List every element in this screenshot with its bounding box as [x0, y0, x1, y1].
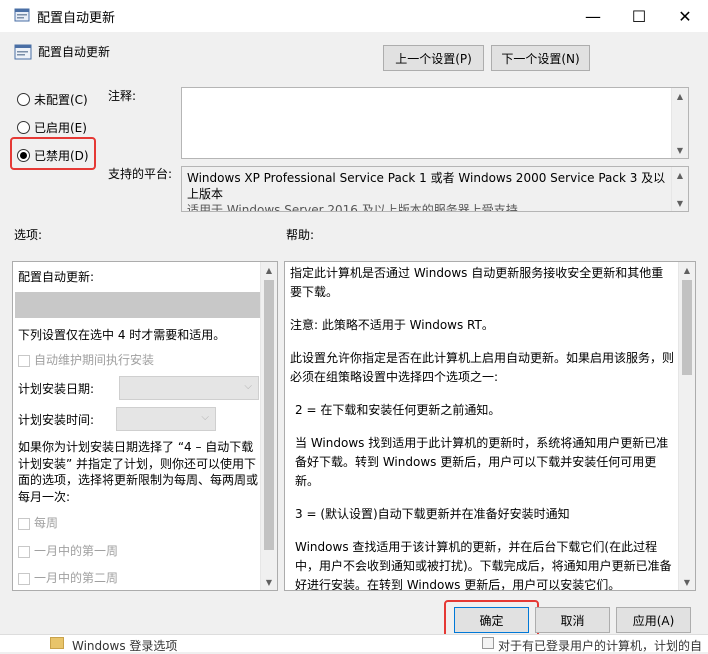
- radio-label: 未配置(C): [34, 93, 88, 107]
- setting-icon: [14, 44, 32, 60]
- help-paragraph: 注意: 此策略不适用于 Windows RT。: [290, 318, 494, 332]
- help-section-label: 帮助:: [286, 228, 315, 242]
- chevron-down-icon: ⌵: [244, 381, 252, 392]
- checkbox[interactable]: [18, 572, 30, 585]
- checkbox[interactable]: [18, 517, 30, 530]
- scroll-down-icon[interactable]: ▼: [672, 195, 688, 211]
- comment-textarea[interactable]: ▲ ▼: [181, 87, 689, 159]
- help-scrollbar[interactable]: ▲ ▼: [678, 262, 695, 590]
- cancel-button[interactable]: 取消: [535, 607, 610, 633]
- options-section-label: 选项:: [14, 228, 43, 242]
- minimize-icon: —: [585, 6, 601, 26]
- radio-circle[interactable]: [17, 93, 30, 106]
- schedule-day-label: 计划安装日期:: [18, 382, 95, 396]
- scroll-up-icon[interactable]: ▲: [261, 262, 277, 278]
- schedule-time-select[interactable]: ⌵: [116, 407, 216, 431]
- scroll-up-icon[interactable]: ▲: [672, 167, 688, 183]
- scroll-down-icon[interactable]: ▼: [261, 574, 277, 590]
- supported-text-partial: 适用于 Windows Server 2016 及以上版本的服务器上受支持: [187, 203, 518, 212]
- close-icon: ✕: [678, 6, 692, 26]
- chevron-down-icon: ⌵: [201, 412, 209, 423]
- window-title: 配置自动更新: [37, 11, 116, 26]
- radio-not-configured[interactable]: 未配置(C): [17, 91, 88, 108]
- second-week-label: 一月中的第二周: [34, 571, 119, 585]
- weekly-checkbox-row[interactable]: 每周: [18, 514, 58, 531]
- options-heading: 配置自动更新:: [18, 270, 95, 284]
- help-paragraph: 当 Windows 找到适用于此计算机的更新时，系统将通知用户更新已准备好下载。…: [295, 436, 669, 488]
- update-mode-combo: [15, 292, 260, 318]
- background-right-item: 对于有已登录用户的计算机，计划的自: [498, 639, 703, 653]
- supported-scrollbar[interactable]: ▲ ▼: [671, 167, 688, 211]
- radio-label: 已启用(E): [34, 121, 87, 135]
- scroll-up-icon[interactable]: ▲: [672, 88, 688, 104]
- scroll-thumb[interactable]: [264, 280, 274, 550]
- help-paragraph: 3 = (默认设置)自动下载更新并在准备好安装时通知: [295, 507, 570, 521]
- options-paragraph: 如果你为计划安装日期选择了 “4 – 自动下载计划安装” 并指定了计划，则你还可…: [18, 440, 259, 504]
- minimize-button[interactable]: —: [570, 0, 616, 32]
- policy-icon: [14, 8, 30, 22]
- comment-scrollbar[interactable]: ▲ ▼: [671, 88, 688, 158]
- help-paragraph: 2 = 在下载和安装任何更新之前通知。: [295, 403, 501, 417]
- help-paragraph: Windows 查找适用于该计算机的更新，并在后台下载它们(在此过程中，用户不会…: [295, 540, 672, 591]
- setting-title: 配置自动更新: [38, 45, 111, 59]
- maximize-button[interactable]: ☐: [616, 0, 662, 32]
- next-setting-button[interactable]: 下一个设置(N): [491, 45, 590, 71]
- first-week-label: 一月中的第一周: [34, 544, 119, 558]
- highlight-box: [10, 137, 96, 170]
- help-text: 指定此计算机是否通过 Windows 自动更新服务接收安全更新和其他重要下载。 …: [290, 264, 675, 591]
- apply-button[interactable]: 应用(A): [616, 607, 691, 633]
- checkbox[interactable]: [18, 545, 30, 558]
- help-paragraph: 指定此计算机是否通过 Windows 自动更新服务接收安全更新和其他重要下载。: [290, 266, 664, 299]
- maximize-icon: ☐: [631, 6, 647, 26]
- options-scrollbar[interactable]: ▲ ▼: [260, 262, 277, 590]
- radio-circle[interactable]: [17, 121, 30, 134]
- help-paragraph: 此设置允许你指定是否在此计算机上启用自动更新。如果启用该服务，则必须在组策略设置…: [290, 351, 675, 384]
- second-week-checkbox-row[interactable]: 一月中的第二周: [18, 569, 118, 586]
- scroll-down-icon[interactable]: ▼: [679, 574, 695, 590]
- supported-text: Windows XP Professional Service Pack 1 或…: [187, 171, 666, 201]
- comment-label: 注释:: [108, 89, 137, 103]
- checkbox[interactable]: [18, 354, 30, 367]
- maintenance-checkbox-label: 自动维护期间执行安装: [34, 353, 155, 367]
- background-left-item: Windows 登录选项: [72, 639, 178, 653]
- weekly-label: 每周: [34, 516, 59, 530]
- radio-enabled[interactable]: 已启用(E): [17, 119, 87, 136]
- help-panel: 指定此计算机是否通过 Windows 自动更新服务接收安全更新和其他重要下载。 …: [284, 261, 696, 591]
- scroll-down-icon[interactable]: ▼: [672, 142, 688, 158]
- first-week-checkbox-row[interactable]: 一月中的第一周: [18, 542, 118, 559]
- schedule-time-label: 计划安装时间:: [18, 413, 95, 427]
- options-note: 下列设置仅在选中 4 时才需要和适用。: [18, 328, 226, 342]
- policy-item-icon: [482, 637, 494, 649]
- options-panel: 配置自动更新: 下列设置仅在选中 4 时才需要和适用。 自动维护期间执行安装 计…: [12, 261, 278, 591]
- supported-box: Windows XP Professional Service Pack 1 或…: [181, 166, 689, 212]
- folder-icon: [50, 637, 64, 649]
- maintenance-checkbox-row[interactable]: 自动维护期间执行安装: [18, 351, 154, 368]
- supported-label: 支持的平台:: [108, 167, 173, 181]
- background-window: Windows 登录选项 对于有已登录用户的计算机，计划的自: [0, 634, 708, 653]
- schedule-day-select[interactable]: ⌵: [119, 376, 259, 400]
- scroll-thumb[interactable]: [682, 280, 692, 375]
- scroll-up-icon[interactable]: ▲: [679, 262, 695, 278]
- previous-setting-button[interactable]: 上一个设置(P): [383, 45, 484, 71]
- close-button[interactable]: ✕: [662, 0, 708, 32]
